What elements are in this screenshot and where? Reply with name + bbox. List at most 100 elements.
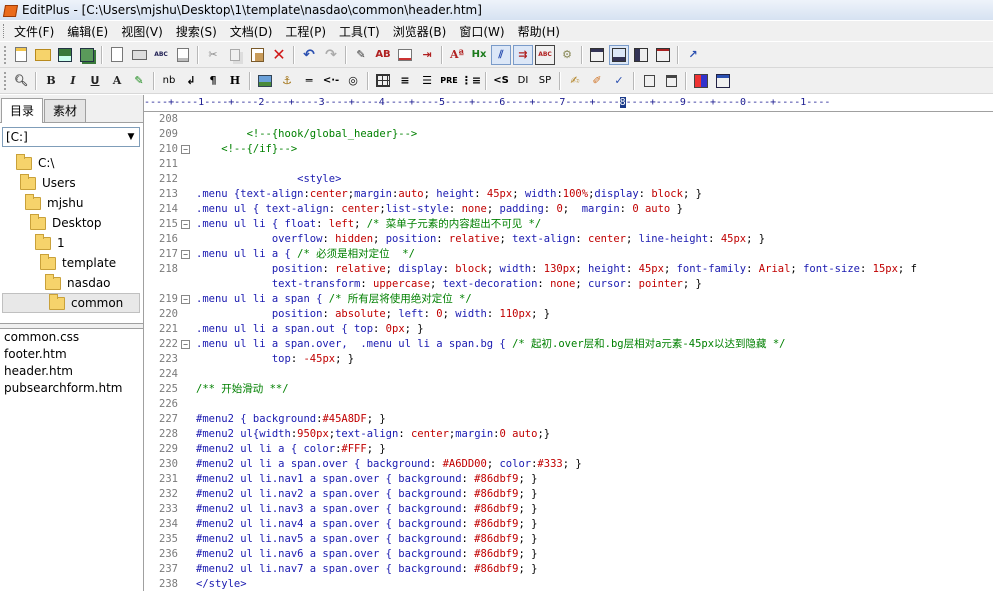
- fold-toggle-icon[interactable]: −: [181, 340, 190, 349]
- edit-tag-icon[interactable]: ✐: [587, 71, 607, 91]
- save-all-icon[interactable]: [77, 45, 97, 65]
- style-icon[interactable]: ✍: [565, 71, 585, 91]
- spell-check-icon[interactable]: ABC: [151, 45, 171, 65]
- code-line[interactable]: 220 position: absolute; left: 0; width: …: [144, 307, 993, 322]
- menu-view[interactable]: 视图(V): [114, 23, 169, 40]
- ruler-icon[interactable]: ABC: [535, 44, 555, 65]
- tree-node-nasdao[interactable]: nasdao: [45, 273, 111, 293]
- print-icon[interactable]: [129, 45, 149, 65]
- next-tag-icon[interactable]: [639, 71, 659, 91]
- code-line[interactable]: 232 #menu2 ul li.nav2 a span.over { backg…: [144, 487, 993, 502]
- fold-toggle-icon[interactable]: −: [181, 145, 190, 154]
- code-line[interactable]: 228 #menu2 ul{width:950px;text-align: cen…: [144, 427, 993, 442]
- code-line[interactable]: 233 #menu2 ul li.nav3 a span.over { backg…: [144, 502, 993, 517]
- menu-browser[interactable]: 浏览器(B): [386, 23, 453, 40]
- code-line[interactable]: 235 #menu2 ul li.nav5 a span.over { backg…: [144, 532, 993, 547]
- font-icon[interactable]: Aª: [447, 45, 467, 65]
- chevron-down-icon[interactable]: ▼: [123, 128, 139, 146]
- code-line[interactable]: 229 #menu2 ul li a { color:#FFF; }: [144, 442, 993, 457]
- code-line[interactable]: 214 .menu ul { text-align: center;list-st…: [144, 202, 993, 217]
- code-line[interactable]: 211: [144, 157, 993, 172]
- code-editor[interactable]: ----+----1----+----2----+----3----+----4…: [144, 95, 993, 591]
- open-file-icon[interactable]: [33, 45, 53, 65]
- tag-list-icon[interactable]: ✓: [609, 71, 629, 91]
- comment-icon[interactable]: <·-: [321, 71, 341, 91]
- menu-edit[interactable]: 编辑(E): [60, 23, 114, 40]
- paragraph-button[interactable]: ¶: [203, 71, 223, 91]
- cliptext-window-icon[interactable]: [631, 45, 651, 65]
- horizontal-rule-icon[interactable]: ═: [299, 71, 319, 91]
- pre-tag-button[interactable]: PRE: [439, 71, 459, 91]
- code-line[interactable]: 238 </style>: [144, 577, 993, 592]
- code-line[interactable]: 226: [144, 397, 993, 412]
- new-file-icon[interactable]: [11, 45, 31, 65]
- tree-node-template[interactable]: template: [40, 253, 116, 273]
- code-line[interactable]: 219− .menu ul li a span { /* 所有层将使用绝对定位 *…: [144, 292, 993, 307]
- script-tag-button[interactable]: <S: [491, 71, 511, 91]
- redo-icon[interactable]: ↷: [321, 45, 341, 65]
- settings-icon[interactable]: ⚙: [557, 45, 577, 65]
- color-picker-icon[interactable]: [691, 71, 711, 91]
- special-char-icon[interactable]: ◎: [343, 71, 363, 91]
- code-line[interactable]: 231 #menu2 ul li.nav1 a span.over { backg…: [144, 472, 993, 487]
- code-line[interactable]: 217− .menu ul li a { /* 必须是相对定位 */: [144, 247, 993, 262]
- code-line[interactable]: 224: [144, 367, 993, 382]
- tree-node-c-drive[interactable]: C:\: [16, 153, 54, 173]
- code-line[interactable]: 210− <!--{/if}-->: [144, 142, 993, 157]
- fullscreen-icon[interactable]: [653, 45, 673, 65]
- code-line[interactable]: 230 #menu2 ul li a span.over { background…: [144, 457, 993, 472]
- code-line[interactable]: 223 top: -45px; }: [144, 352, 993, 367]
- menu-search[interactable]: 搜索(S): [169, 23, 223, 40]
- bold-button[interactable]: B: [41, 71, 61, 91]
- line-break-icon[interactable]: ↲: [181, 71, 201, 91]
- italic-button[interactable]: I: [63, 71, 83, 91]
- font-tag-button[interactable]: A: [107, 71, 127, 91]
- print-preview-icon[interactable]: [107, 45, 127, 65]
- fold-toggle-icon[interactable]: −: [181, 220, 190, 229]
- code-line[interactable]: 209 <!--{hook/global_header}-->: [144, 127, 993, 142]
- code-line[interactable]: 218 position: relative; display: block; …: [144, 262, 993, 277]
- fold-toggle-icon[interactable]: −: [181, 250, 190, 259]
- file-item-footer[interactable]: footer.htm: [4, 346, 123, 363]
- replace-icon[interactable]: AB: [373, 45, 393, 65]
- code-line[interactable]: text-transform: uppercase; text-decorati…: [144, 277, 993, 292]
- prev-tag-icon[interactable]: [661, 71, 681, 91]
- code-line[interactable]: 237 #menu2 ul li.nav7 a span.over { backg…: [144, 562, 993, 577]
- image-icon[interactable]: [255, 71, 275, 91]
- code-line[interactable]: 212 <style>: [144, 172, 993, 187]
- file-item-common-css[interactable]: common.css: [4, 329, 123, 346]
- browser-preview-icon[interactable]: [713, 71, 733, 91]
- hex-icon[interactable]: Hx: [469, 45, 489, 65]
- div-tag-button[interactable]: DI: [513, 71, 533, 91]
- delete-icon[interactable]: ✕: [269, 45, 289, 65]
- list-icon[interactable]: ⋮≡: [461, 71, 481, 91]
- align-icon[interactable]: ☰: [417, 71, 437, 91]
- find-icon[interactable]: ✎: [351, 45, 371, 65]
- line-number-icon[interactable]: ⇉: [513, 44, 533, 65]
- tree-node-mjshu[interactable]: mjshu: [25, 193, 84, 213]
- code-line[interactable]: 234 #menu2 ul li.nav4 a span.over { backg…: [144, 517, 993, 532]
- code-line[interactable]: 208: [144, 112, 993, 127]
- fold-toggle-icon[interactable]: −: [181, 295, 190, 304]
- code-line[interactable]: 221 .menu ul li a span.out { top: 0px; }: [144, 322, 993, 337]
- menu-window[interactable]: 窗口(W): [452, 23, 510, 40]
- goto-line-icon[interactable]: ⇥: [417, 45, 437, 65]
- menu-tools[interactable]: 工具(T): [332, 23, 386, 40]
- properties-icon[interactable]: [173, 45, 193, 65]
- file-item-header[interactable]: header.htm: [4, 363, 123, 380]
- find-in-files-icon[interactable]: [395, 45, 415, 65]
- tab-directory[interactable]: 目录: [1, 98, 44, 123]
- word-wrap-icon[interactable]: ⫽: [491, 44, 511, 65]
- center-icon[interactable]: ≡: [395, 71, 415, 91]
- tree-node-common[interactable]: common: [2, 293, 140, 313]
- file-item-pubsearchform[interactable]: pubsearchform.htm: [4, 380, 123, 397]
- undo-icon[interactable]: ↶: [299, 45, 319, 65]
- heading-button[interactable]: H: [225, 71, 245, 91]
- menu-project[interactable]: 工程(P): [278, 23, 332, 40]
- code-line[interactable]: 215− .menu ul li { float: left; /* 菜单子元素的…: [144, 217, 993, 232]
- tab-cliptext[interactable]: 素材: [44, 99, 87, 122]
- tree-node-1[interactable]: 1: [35, 233, 65, 253]
- code-line[interactable]: 227 #menu2 { background:#45A8DF; }: [144, 412, 993, 427]
- menu-document[interactable]: 文档(D): [223, 23, 279, 40]
- menu-help[interactable]: 帮助(H): [511, 23, 566, 40]
